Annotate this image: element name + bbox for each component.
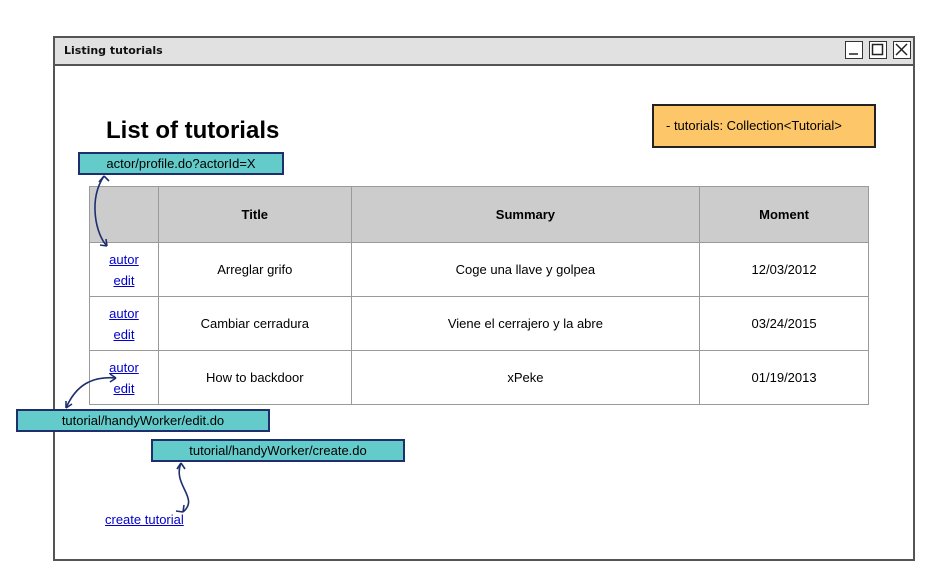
annotation-arrows	[65, 175, 190, 513]
arrow-create-to-link	[178, 462, 190, 513]
arrow-edit-to-link	[65, 376, 117, 409]
arrow-profile-to-autor	[94, 175, 108, 247]
